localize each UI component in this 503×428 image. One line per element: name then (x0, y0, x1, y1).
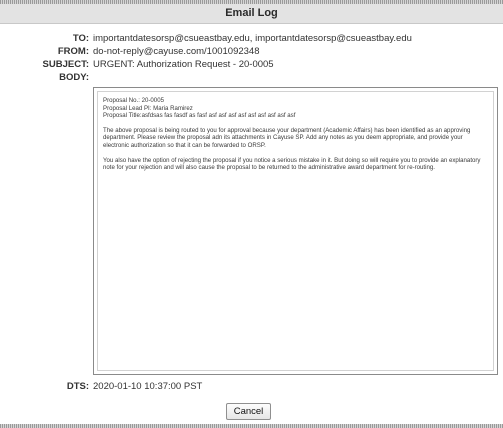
email-log-dialog: Email Log TO: importantdatesorsp@csueast… (0, 0, 503, 428)
body-row: BODY: (0, 71, 503, 84)
subject-value: URGENT: Authorization Request - 20-0005 (93, 59, 274, 70)
bottom-border (0, 424, 503, 428)
cancel-button[interactable]: Cancel (226, 403, 271, 420)
proposal-number-line: Proposal No.: 20-0005 (103, 97, 164, 104)
dts-row: DTS: 2020-01-10 10:37:00 PST (0, 380, 503, 393)
dialog-title: Email Log (0, 4, 503, 24)
body-textarea[interactable]: Proposal No.: 20-0005 Proposal Lead PI: … (93, 87, 498, 375)
proposal-lead-line: Proposal Lead PI: Maria Ramirez (103, 104, 193, 112)
body-label: BODY: (59, 72, 89, 83)
from-value: do-not-reply@cayuse.com/1001092348 (93, 46, 260, 57)
to-value: importantdatesorsp@csueastbay.edu, impor… (93, 33, 412, 44)
body-content: Proposal No.: 20-0005 Proposal Lead PI: … (97, 91, 494, 371)
body-paragraph-routing: The above proposal is being routed to yo… (103, 126, 471, 149)
from-label: FROM: (57, 46, 89, 57)
proposal-title-line: Proposal Title:asfdsas fas fasdf as fasf… (103, 112, 296, 120)
subject-label: SUBJECT: (42, 59, 89, 70)
from-row: FROM: do-not-reply@cayuse.com/1001092348 (0, 45, 503, 58)
body-paragraph-reject: You also have the option of rejecting th… (103, 156, 481, 172)
dts-label: DTS: (66, 381, 89, 392)
to-label: TO: (72, 33, 89, 44)
subject-row: SUBJECT: URGENT: Authorization Request -… (0, 58, 503, 71)
to-row: TO: importantdatesorsp@csueastbay.edu, i… (0, 32, 503, 45)
dts-value: 2020-01-10 10:37:00 PST (93, 381, 203, 392)
